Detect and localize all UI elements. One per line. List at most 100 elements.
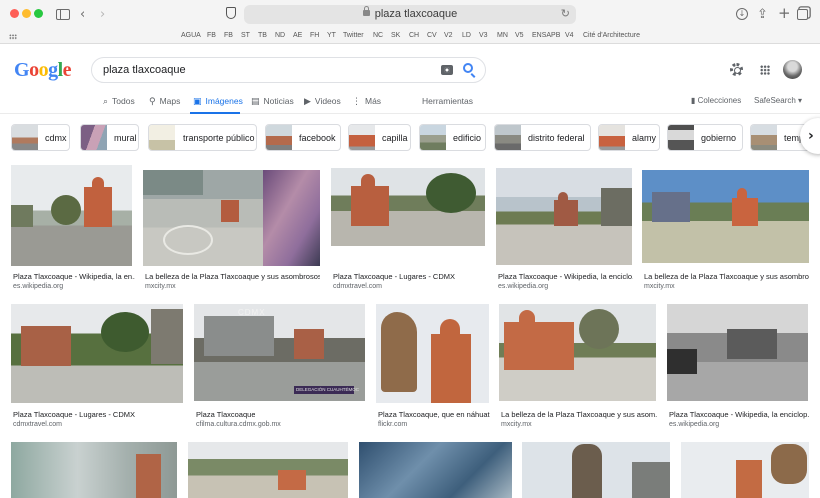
chip-mural[interactable]: mural (80, 124, 139, 151)
result-image[interactable] (359, 442, 512, 498)
favorites-grid-icon[interactable] (9, 34, 17, 40)
chip-cdmx[interactable]: cdmx (11, 124, 70, 151)
image-result[interactable]: Plaza Tlaxcoaque - Lugares - CDMX cdmxtr… (331, 165, 486, 295)
google-logo[interactable]: Google (14, 59, 72, 82)
favorite-link[interactable]: FH (310, 32, 319, 39)
image-result[interactable] (188, 442, 348, 498)
back-icon[interactable]: ‹ (80, 6, 85, 24)
result-image[interactable] (522, 442, 670, 498)
image-result[interactable] (522, 442, 671, 498)
avatar[interactable] (783, 60, 802, 79)
result-image[interactable]: CDMX DELEGACIÓN CUAUHTÉMOC (194, 304, 365, 401)
favorite-link[interactable]: ST (241, 32, 250, 39)
result-caption[interactable]: La belleza de la Plaza Tlaxcoaque y sus … (145, 272, 320, 281)
favorite-link[interactable]: Twitter (343, 32, 364, 39)
result-caption[interactable]: Plaza Tlaxcoaque (196, 410, 255, 419)
favorite-link[interactable]: FB (224, 32, 233, 39)
result-caption[interactable]: La belleza de la Plaza Tlaxcoaque y sus … (501, 410, 657, 419)
favorite-link[interactable]: YT (327, 32, 336, 39)
result-caption[interactable]: Plaza Tlaxcoaque - Wikipedia, la en... (13, 272, 135, 281)
sidebar-icon[interactable] (56, 9, 70, 20)
result-caption[interactable]: Plaza Tlaxcoaque - Lugares - CDMX (333, 272, 486, 281)
result-image[interactable] (11, 165, 132, 266)
favorite-link[interactable]: Cité d'Architecture (583, 32, 640, 39)
favorite-link[interactable]: V4 (565, 32, 574, 39)
favorite-link[interactable]: SK (391, 32, 400, 39)
result-image[interactable] (143, 170, 320, 266)
image-result[interactable] (681, 442, 809, 498)
result-image[interactable] (376, 304, 489, 403)
favorite-link[interactable]: LD (462, 32, 471, 39)
apps-grid-icon[interactable] (760, 65, 770, 75)
image-result[interactable]: Plaza Tlaxcoaque - Wikipedia, la enciclo… (496, 165, 633, 295)
result-image[interactable] (499, 304, 656, 401)
tab-overview-icon[interactable] (797, 9, 808, 20)
favorite-link[interactable]: ENSAPB (532, 32, 560, 39)
search-icon[interactable] (463, 63, 473, 73)
result-image[interactable] (11, 442, 177, 498)
chip-capilla[interactable]: capilla (348, 124, 411, 151)
tab-videos[interactable]: ▶ Videos (304, 96, 341, 107)
tab-todos[interactable]: ⌕ Todos (103, 96, 135, 107)
tab-noticias[interactable]: ▤ Noticias (251, 96, 294, 107)
favorite-link[interactable]: V5 (515, 32, 524, 39)
downloads-icon[interactable]: ↓ (736, 8, 748, 20)
search-input[interactable]: plaza tlaxcoaque (103, 64, 186, 76)
image-result[interactable]: La belleza de la Plaza Tlaxcoaque y sus … (642, 165, 809, 295)
chip-facebook[interactable]: facebook (265, 124, 341, 151)
image-result[interactable]: Plaza Tlaxcoaque - Lugares - CDMX cdmxtr… (11, 304, 185, 432)
result-image[interactable] (11, 304, 183, 403)
camera-icon[interactable] (441, 65, 453, 75)
address-bar[interactable]: plaza tlaxcoaque ↻ (244, 5, 576, 24)
chip-alamy[interactable]: alamy (598, 124, 660, 151)
privacy-shield-icon[interactable] (226, 7, 236, 19)
result-image[interactable] (667, 304, 808, 401)
result-caption[interactable]: Plaza Tlaxcoaque - Wikipedia, la enciclo… (498, 272, 633, 281)
chip-gobierno[interactable]: gobierno (667, 124, 743, 151)
collections-link[interactable]: ▮ Colecciones (691, 96, 741, 105)
minimize-window-button[interactable] (22, 9, 31, 18)
favorite-link[interactable]: ND (275, 32, 285, 39)
favorite-link[interactable]: V2 (444, 32, 453, 39)
image-result[interactable]: La belleza de la Plaza Tlaxcoaque y sus … (143, 165, 321, 295)
image-result[interactable]: Plaza Tlaxcoaque - Wikipedia, la enciclo… (667, 304, 810, 432)
chip-transporte-publico[interactable]: transporte público (148, 124, 257, 151)
favorite-link[interactable]: TB (258, 32, 267, 39)
favorite-link[interactable]: NC (373, 32, 383, 39)
close-window-button[interactable] (10, 9, 19, 18)
image-result[interactable]: La belleza de la Plaza Tlaxcoaque y sus … (499, 304, 657, 432)
tab-maps[interactable]: ⚲ Maps (149, 96, 180, 107)
share-icon[interactable]: ⇪ (757, 6, 768, 24)
result-caption[interactable]: La belleza de la Plaza Tlaxcoaque y sus … (644, 272, 809, 281)
result-image[interactable] (331, 168, 485, 246)
safesearch-menu[interactable]: SafeSearch ▾ (754, 96, 802, 105)
gear-icon[interactable] (730, 63, 743, 76)
image-result[interactable]: Plaza Tlaxcoaque, que en náhuat... flick… (376, 304, 490, 432)
tab-mas[interactable]: ⋮ Más (352, 96, 381, 107)
new-tab-icon[interactable]: + (778, 4, 791, 22)
reload-icon[interactable]: ↻ (561, 7, 570, 20)
tab-imagenes[interactable]: ▣ Imágenes (193, 96, 243, 107)
forward-icon[interactable]: › (100, 6, 105, 24)
favorite-link[interactable]: FB (207, 32, 216, 39)
result-image[interactable] (681, 442, 809, 498)
zoom-window-button[interactable] (34, 9, 43, 18)
search-box[interactable]: plaza tlaxcoaque (91, 57, 486, 83)
favorite-link[interactable]: CV (427, 32, 437, 39)
tab-herramientas[interactable]: Herramientas (422, 96, 473, 106)
image-result[interactable]: CDMX DELEGACIÓN CUAUHTÉMOC Plaza Tlaxcoa… (194, 304, 366, 432)
result-caption[interactable]: Plaza Tlaxcoaque, que en náhuat... (378, 410, 490, 419)
image-result[interactable] (11, 442, 178, 498)
result-image[interactable] (188, 442, 348, 498)
favorite-link[interactable]: MN (497, 32, 508, 39)
favorite-link[interactable]: AGUA (181, 32, 201, 39)
result-caption[interactable]: Plaza Tlaxcoaque - Lugares - CDMX (13, 410, 135, 419)
image-result[interactable]: Plaza Tlaxcoaque - Wikipedia, la en... e… (11, 165, 135, 295)
favorite-link[interactable]: CH (409, 32, 419, 39)
result-image[interactable] (642, 170, 809, 263)
favorite-link[interactable]: V3 (479, 32, 488, 39)
image-result[interactable] (359, 442, 513, 498)
favorite-link[interactable]: AE (293, 32, 302, 39)
result-image[interactable] (496, 168, 632, 265)
chip-distrito-federal[interactable]: distrito federal (494, 124, 591, 151)
